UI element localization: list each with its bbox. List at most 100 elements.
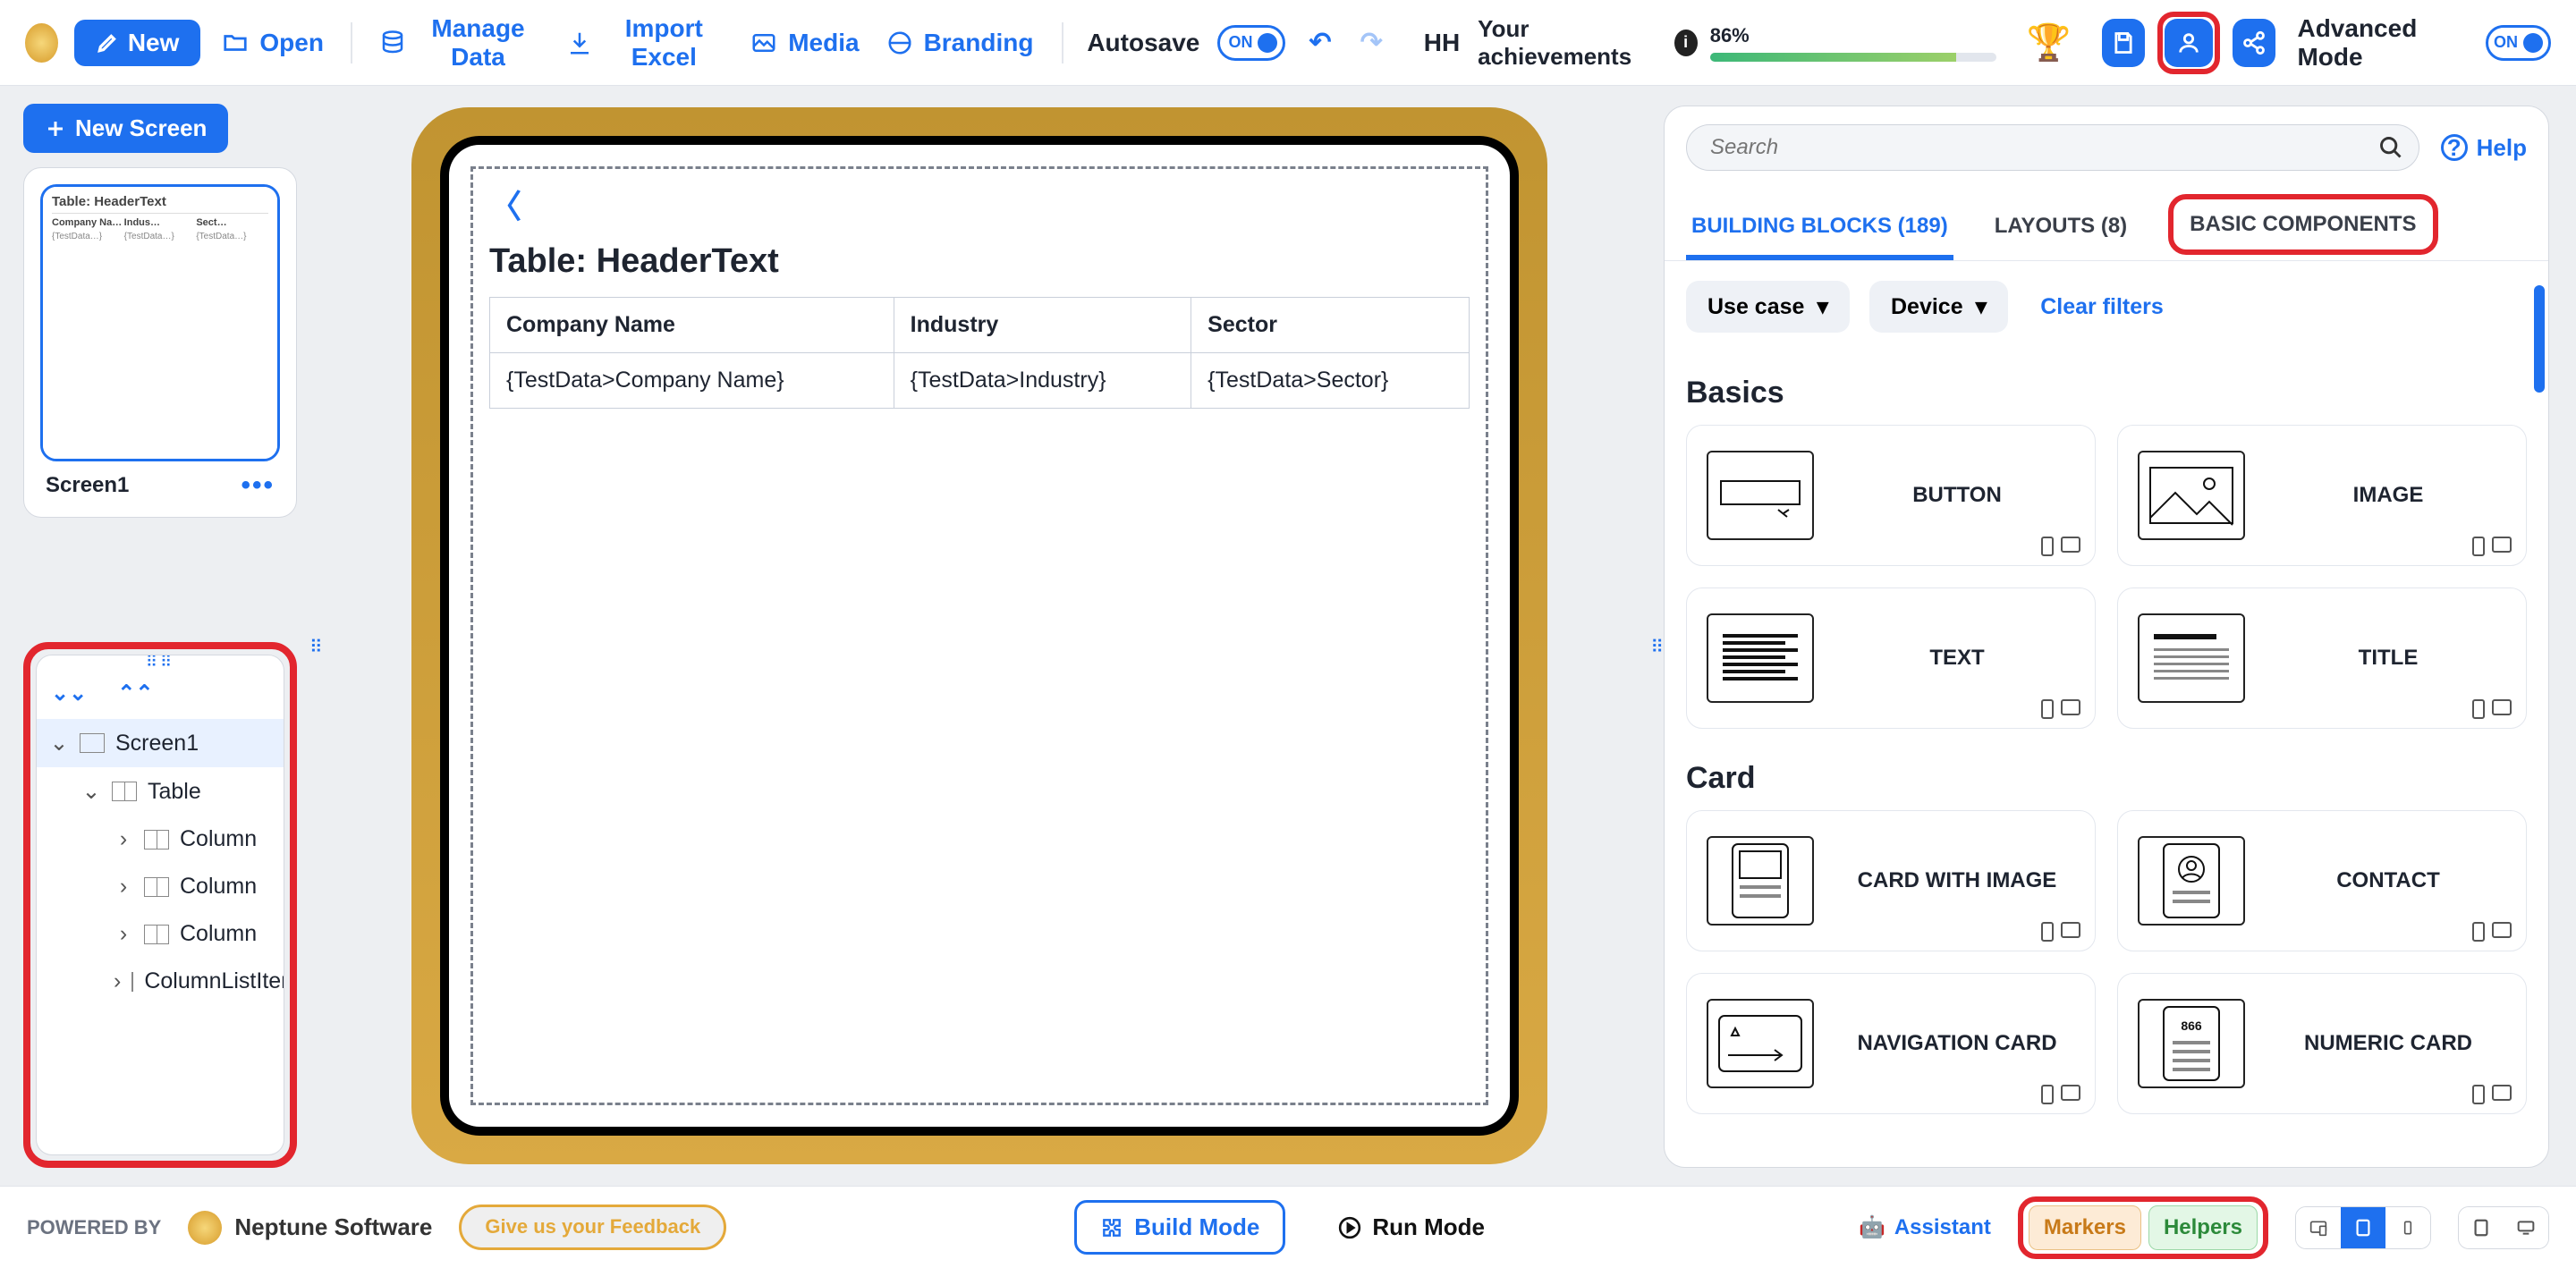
tab-basic-components[interactable]: BASIC COMPONENTS [2168, 194, 2437, 255]
filter-usecase[interactable]: Use case▾ [1686, 281, 1850, 333]
table-cell[interactable]: {TestData>Sector} [1191, 353, 1470, 409]
back-icon[interactable]: 〈 [489, 181, 521, 227]
components-panel: ? Help BUILDING BLOCKS (189) LAYOUTS (8)… [1664, 106, 2549, 1168]
highlight-tree-panel: ⠿⠿ ⌄⌄ ⌃⌃ ⌄Screen1⌄Table›Column›Column›Co… [23, 642, 297, 1168]
run-mode-button[interactable]: Run Mode [1312, 1200, 1511, 1255]
node-type-icon [131, 972, 133, 992]
helpers-toggle[interactable]: Helpers [2148, 1205, 2258, 1250]
tree-item[interactable]: › Column [37, 816, 284, 863]
help-link[interactable]: ? Help [2441, 134, 2527, 162]
save-view-button[interactable] [2102, 19, 2145, 67]
tree-item[interactable]: ⌄Screen1 [37, 719, 284, 767]
powered-by-label: POWERED BY [27, 1216, 161, 1239]
device-support-icons [2472, 537, 2512, 556]
svg-text:866: 866 [2181, 1019, 2202, 1033]
component-card[interactable]: TEXT [1686, 588, 2096, 729]
component-thumb-icon [1707, 999, 1814, 1088]
screen-menu-button[interactable]: ••• [241, 470, 275, 501]
component-card-label: NUMERIC CARD [2270, 1031, 2506, 1056]
panel-resize-handle-right[interactable]: ⠿ [1650, 636, 1664, 658]
manage-data-button[interactable]: Manage Data [374, 7, 546, 79]
tab-building-blocks[interactable]: BUILDING BLOCKS (189) [1686, 198, 1953, 260]
component-card[interactable]: CONTACT [2117, 810, 2527, 951]
table-header-cell[interactable]: Company Name [490, 298, 894, 353]
tree-item[interactable]: ⌄Table [37, 767, 284, 816]
undo-button[interactable]: ↶ [1303, 20, 1336, 65]
assistant-button[interactable]: 🤖Assistant [1859, 1214, 1991, 1240]
design-canvas[interactable]: 〈 Table: HeaderText Company NameIndustry… [470, 166, 1488, 1105]
autosave-toggle[interactable]: ON [1217, 25, 1285, 61]
device-support-icons [2472, 1085, 2512, 1104]
clear-filters-link[interactable]: Clear filters [2040, 294, 2164, 320]
component-card[interactable]: CARD WITH IMAGE [1686, 810, 2096, 951]
info-icon[interactable]: i [1674, 30, 1698, 56]
media-button[interactable]: Media [745, 21, 864, 64]
achievements-progress [1710, 53, 1996, 62]
screens-panel: Table: HeaderText Company Na…Indus…Sect…… [23, 167, 297, 518]
import-excel-button[interactable]: Import Excel [561, 7, 729, 79]
chevron-down-icon: ▾ [1817, 293, 1828, 320]
section-basics-title: Basics [1665, 352, 2548, 416]
feedback-button[interactable]: Give us your Feedback [459, 1205, 726, 1249]
chevron-icon: › [114, 921, 133, 947]
redo-button[interactable]: ↷ [1355, 20, 1388, 65]
section-card-title: Card [1665, 738, 2548, 801]
component-card[interactable]: IMAGE [2117, 425, 2527, 566]
device-support-icons [2041, 1085, 2080, 1104]
panel-scrollbar[interactable] [2534, 285, 2545, 393]
component-card-label: IMAGE [2270, 483, 2506, 508]
highlight-markers-helpers: Markers Helpers [2018, 1196, 2268, 1259]
tab-layouts[interactable]: LAYOUTS (8) [1989, 198, 2132, 260]
tree-item[interactable]: ›Column [37, 910, 284, 958]
device-phone-button[interactable] [2385, 1207, 2430, 1248]
build-mode-button[interactable]: Build Mode [1074, 1200, 1285, 1255]
component-card[interactable]: TITLE [2117, 588, 2527, 729]
component-card[interactable]: NAVIGATION CARD [1686, 973, 2096, 1114]
trophy-icon: 🏆 [2027, 21, 2072, 63]
chevron-down-icon: ▾ [1976, 293, 1987, 320]
achievements-label: Your achievements [1478, 15, 1661, 71]
expand-all-icon[interactable]: ⌄⌄ [51, 680, 87, 706]
branding-button[interactable]: Branding [881, 21, 1039, 64]
new-screen-button[interactable]: New Screen [23, 104, 228, 153]
play-icon [1338, 1216, 1361, 1239]
bottom-bar: POWERED BY Neptune Software Give us your… [0, 1186, 2576, 1268]
screen-thumbnail[interactable]: Table: HeaderText Company Na…Indus…Sect…… [40, 184, 280, 461]
device-tablet-button[interactable] [2341, 1207, 2385, 1248]
search-input[interactable] [1686, 124, 2419, 171]
component-card[interactable]: BUTTON [1686, 425, 2096, 566]
tree-item[interactable]: ›Column [37, 863, 284, 910]
component-thumb-icon [2138, 451, 2245, 540]
device-desktop-button[interactable] [2504, 1207, 2548, 1248]
puzzle-icon [1100, 1216, 1123, 1239]
separator [1062, 22, 1063, 63]
undo-icon: ↶ [1309, 27, 1331, 58]
collapse-all-icon[interactable]: ⌃⌃ [117, 680, 153, 706]
tree-item-label: Column [180, 826, 257, 852]
table-title: Table: HeaderText [489, 242, 1470, 281]
panel-drag-handle[interactable]: ⠿⠿ [37, 655, 284, 668]
table-cell[interactable]: {TestData>Industry} [894, 353, 1191, 409]
markers-toggle[interactable]: Markers [2029, 1205, 2141, 1250]
advanced-mode-toggle[interactable]: ON [2486, 25, 2551, 61]
tree-item-label: Screen1 [115, 731, 199, 757]
autosave-label: Autosave [1087, 29, 1199, 57]
tree-item[interactable]: ›ColumnListItem [37, 958, 284, 1005]
table-cell[interactable]: {TestData>Company Name} [490, 353, 894, 409]
device-tablet-alt-button[interactable] [2459, 1207, 2504, 1248]
open-button[interactable]: Open [216, 21, 329, 64]
panel-resize-handle-left[interactable]: ⠿ [309, 636, 323, 658]
table-header-cell[interactable]: Industry [894, 298, 1191, 353]
chevron-icon: › [114, 826, 133, 852]
component-card[interactable]: 866 NUMERIC CARD [2117, 973, 2527, 1114]
user-settings-button[interactable] [2165, 19, 2213, 67]
preview-table: Company NameIndustrySector {TestData>Com… [489, 297, 1470, 409]
user-initials: HH [1424, 29, 1460, 57]
filter-device[interactable]: Device▾ [1869, 281, 2008, 333]
component-thumb-icon [2138, 613, 2245, 703]
help-icon: ? [2441, 134, 2468, 161]
share-button[interactable] [2233, 19, 2275, 67]
new-button[interactable]: New [74, 20, 201, 66]
device-responsive-button[interactable] [2296, 1207, 2341, 1248]
table-header-cell[interactable]: Sector [1191, 298, 1470, 353]
